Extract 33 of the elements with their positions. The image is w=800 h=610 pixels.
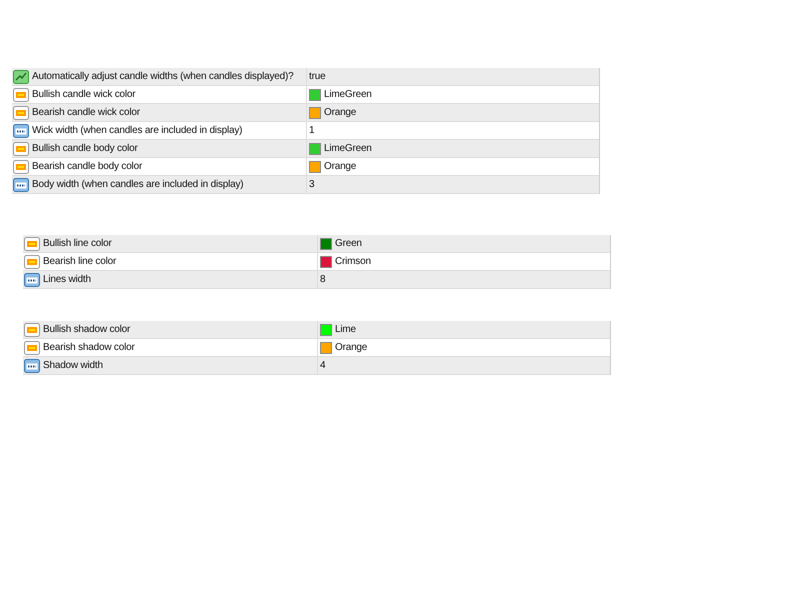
property-value-cell[interactable]: 8 (318, 271, 610, 288)
property-value-cell[interactable]: Orange (318, 339, 610, 356)
property-value-cell[interactable]: Orange (307, 104, 599, 121)
property-name: Automatically adjust candle widths (when candles displayed)? (32, 71, 294, 82)
property-name: Bullish candle wick color (32, 89, 136, 100)
color-swatch-icon (13, 104, 29, 120)
property-name: Bullish shadow color (43, 324, 130, 335)
property-name: Bearish line color (43, 256, 116, 267)
property-name: Bullish line color (43, 238, 112, 249)
property-name: Bearish shadow color (43, 342, 135, 353)
property-name: Lines width (43, 274, 91, 285)
number-icon (24, 358, 40, 374)
property-value-cell[interactable]: LimeGreen (307, 140, 599, 157)
property-value-cell[interactable]: 3 (307, 176, 599, 193)
number-icon (13, 176, 29, 192)
property-value-cell[interactable]: true (307, 68, 599, 85)
property-name: Bearish candle wick color (32, 107, 140, 118)
color-swatch-icon (24, 236, 40, 252)
number-icon (24, 272, 40, 288)
color-swatch-icon (24, 322, 40, 338)
property-value-cell[interactable]: Orange (307, 158, 599, 175)
property-name: Bullish candle body color (32, 143, 138, 154)
property-value-cell[interactable]: 1 (307, 122, 599, 139)
property-name: Bearish candle body color (32, 161, 142, 172)
property-name: Shadow width (43, 360, 103, 371)
property-value-cell[interactable]: Crimson (318, 253, 610, 270)
property-value-cell[interactable]: LimeGreen (307, 86, 599, 103)
property-value-cell[interactable]: Green (318, 235, 610, 252)
color-swatch-icon (13, 140, 29, 156)
property-value-cell[interactable]: Lime (318, 321, 610, 338)
property-name: Wick width (when candles are included in display) (32, 125, 242, 136)
property-name: Body width (when candles are included in display) (32, 179, 244, 190)
property-value-cell[interactable]: 4 (318, 357, 610, 374)
